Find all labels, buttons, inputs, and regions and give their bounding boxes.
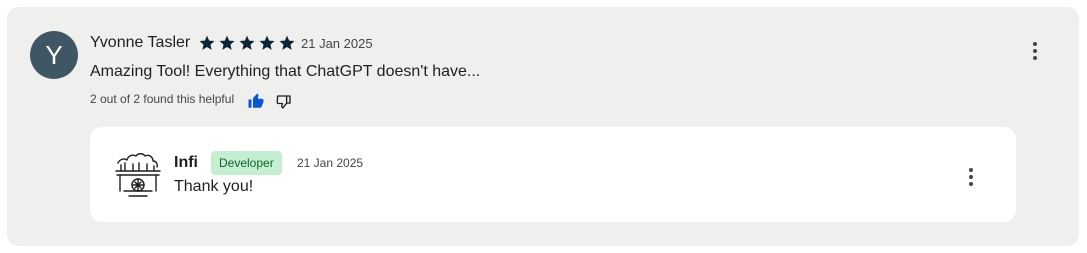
reply-date: 21 Jan 2025 bbox=[297, 156, 364, 170]
star-rating bbox=[198, 34, 296, 52]
thumb-down-icon bbox=[276, 95, 291, 109]
star-icon bbox=[259, 35, 275, 50]
star-icon bbox=[219, 35, 235, 50]
star-icon bbox=[199, 35, 215, 50]
review-more-button[interactable] bbox=[1023, 39, 1047, 63]
star-icon bbox=[239, 35, 255, 50]
star-icon bbox=[279, 35, 295, 50]
thumb-up-icon bbox=[248, 93, 264, 108]
reply-more-button[interactable] bbox=[959, 165, 983, 189]
more-vert-icon bbox=[969, 168, 973, 186]
reply-text: Thank you! bbox=[174, 178, 254, 195]
review-card: Y Yvonne Tasler 21 Jan 2025 Amazing Tool… bbox=[7, 7, 1079, 246]
avatar: Y bbox=[30, 31, 78, 79]
developer-logo bbox=[115, 149, 161, 199]
developer-name: Infi bbox=[174, 154, 198, 171]
thumb-down-button[interactable] bbox=[275, 93, 293, 111]
developer-logo-icon bbox=[115, 153, 161, 197]
developer-reply: Infi Developer 21 Jan 2025 Thank you! bbox=[90, 127, 1016, 222]
review-date: 21 Jan 2025 bbox=[301, 36, 373, 51]
reviewer-name: Yvonne Tasler bbox=[90, 34, 191, 51]
review-text: Amazing Tool! Everything that ChatGPT do… bbox=[90, 63, 481, 80]
developer-badge: Developer bbox=[211, 151, 282, 175]
more-vert-icon bbox=[1033, 42, 1037, 60]
thumb-up-button[interactable] bbox=[247, 92, 265, 110]
helpful-count: 2 out of 2 found this helpful bbox=[90, 92, 235, 106]
